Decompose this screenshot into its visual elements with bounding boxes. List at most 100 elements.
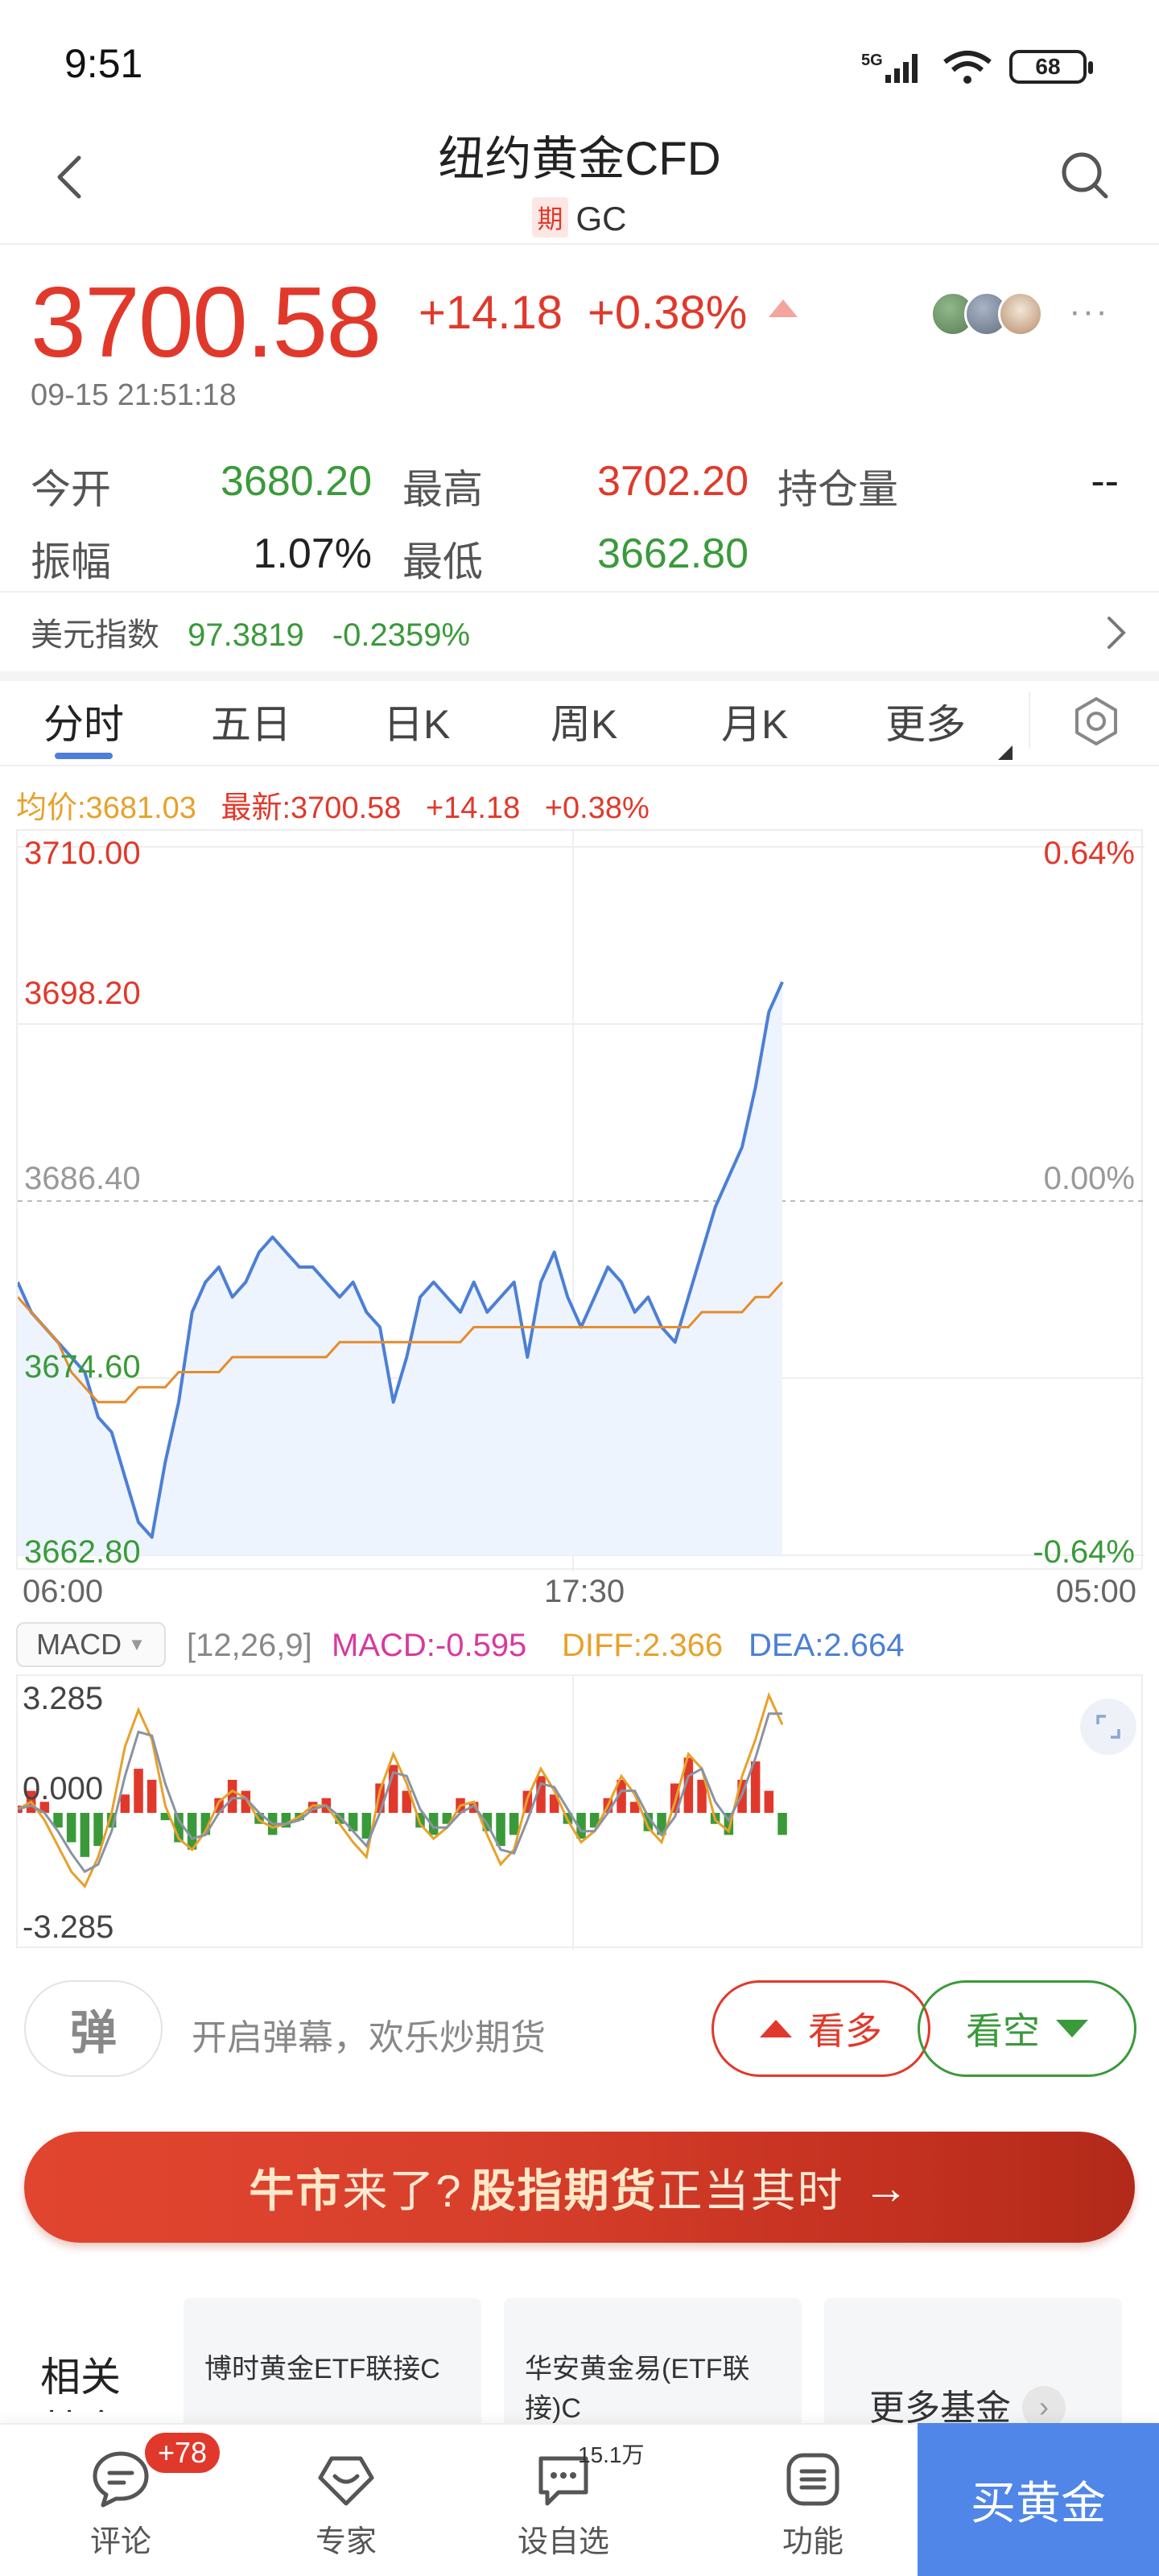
amplitude-label: 振幅 xyxy=(31,539,111,584)
amplitude-value: 1.07% xyxy=(253,530,372,577)
price-change: +14.18 xyxy=(419,287,563,339)
avatar xyxy=(998,291,1043,336)
promo-banner[interactable]: 牛市 来了? 股指期货 正当其时 → xyxy=(24,2132,1135,2243)
latest-price-legend: 最新:3700.58 xyxy=(221,791,402,825)
code-label: GC xyxy=(575,200,627,237)
down-triangle-icon xyxy=(1056,2020,1088,2037)
danmu-button-label: 弹 xyxy=(69,2007,117,2059)
danmu-toggle-button[interactable]: 弹 xyxy=(24,1980,163,2077)
high-value: 3702.20 xyxy=(597,458,749,505)
fund-card[interactable]: 华安黄金易(ETF联接)C xyxy=(504,2298,802,2427)
avg-price-legend: 均价:3681.03 xyxy=(16,791,196,825)
macd-bar xyxy=(777,1813,787,1835)
macd-bar xyxy=(120,1794,130,1813)
tab-intraday[interactable]: 分时 xyxy=(43,692,124,750)
macd-chart[interactable] xyxy=(13,1674,1143,1950)
expand-icon[interactable] xyxy=(1080,1699,1136,1755)
x-axis-label: 17:30 xyxy=(544,1574,625,1609)
tab-daily-k[interactable]: 日K xyxy=(383,692,450,750)
nav-expert[interactable]: 专家 xyxy=(282,2449,410,2561)
dea-value: DEA:2.664 xyxy=(749,1628,905,1663)
caret-down-icon: ▼ xyxy=(128,1634,146,1654)
chart-legend: 均价:3681.03 最新:3700.58 +14.18 +0.38% xyxy=(16,782,650,827)
open-value: 3680.20 xyxy=(221,458,372,505)
settings-icon[interactable] xyxy=(1070,696,1122,747)
usd-index-change: -0.2359% xyxy=(332,617,471,653)
last-price: 3700.58 xyxy=(31,267,382,378)
expand-glyph xyxy=(1096,1715,1120,1739)
nav-favorite-label: 设自选 xyxy=(517,2525,609,2559)
price-area xyxy=(18,981,782,1555)
arrow-right-icon: → xyxy=(863,2161,910,2213)
bearish-button[interactable]: 看空 xyxy=(918,1980,1136,2077)
expert-icon xyxy=(318,2456,374,2506)
y-axis-label: 3698.20 xyxy=(24,976,141,1011)
fund-name: 华安黄金易(ETF联接)C xyxy=(525,2354,750,2424)
more-funds-label: 更多基金 xyxy=(869,2388,1011,2428)
high-label: 最高 xyxy=(402,467,483,512)
buy-gold-button[interactable]: 买黄金 xyxy=(918,2423,1159,2576)
danmu-placeholder[interactable]: 开启弹幕，欢乐炒期货 xyxy=(192,2008,546,2060)
more-funds-button[interactable]: 更多基金 › xyxy=(824,2298,1122,2429)
usd-index-row[interactable]: 美元指数 97.3819 -0.2359% xyxy=(31,609,1141,657)
search-icon[interactable] xyxy=(1059,150,1111,201)
more-icon[interactable]: ··· xyxy=(1069,291,1109,332)
low-label: 最低 xyxy=(402,539,483,584)
y-axis-label: 3686.40 xyxy=(24,1161,141,1196)
fund-name: 博时黄金ETF联接C xyxy=(204,2354,440,2384)
fund-card[interactable]: 博时黄金ETF联接C xyxy=(184,2298,481,2427)
futures-tag: 期 xyxy=(532,197,568,237)
status-time: 9:51 xyxy=(64,41,143,86)
macd-params: [12,26,9] xyxy=(187,1628,312,1663)
macd-bar xyxy=(146,1779,157,1813)
macd-bar xyxy=(134,1769,143,1813)
related-funds-title: 相关基金 xyxy=(40,2355,121,2412)
y-axis-label: 3710.00 xyxy=(24,836,141,871)
legend-pct: +0.38% xyxy=(544,791,650,825)
nav-function[interactable]: 功能 xyxy=(749,2449,877,2561)
diff-line xyxy=(17,1691,784,1889)
user-avatars[interactable] xyxy=(930,291,1043,336)
quote-timestamp: 09-15 21:51:18 xyxy=(31,378,237,412)
y-axis-label: 3662.80 xyxy=(24,1534,141,1570)
wifi-icon xyxy=(943,51,992,84)
battery-icon: 68 xyxy=(1009,50,1093,84)
price-change-pct: +0.38% xyxy=(588,287,748,339)
banner-text-3: 股指期货 xyxy=(470,2165,658,2216)
macd-bar xyxy=(227,1779,237,1813)
tab-monthly-k[interactable]: 月K xyxy=(721,692,788,750)
intraday-chart-svg xyxy=(16,831,1145,1571)
nav-comment-label: 评论 xyxy=(89,2525,151,2559)
bearish-label: 看空 xyxy=(966,2010,1040,2052)
y-axis-pct-label: 0.00% xyxy=(1043,1161,1135,1196)
macd-bar xyxy=(764,1790,774,1813)
tab-more[interactable]: 更多 xyxy=(885,692,966,750)
macd-y-label: 0.000 xyxy=(23,1771,104,1806)
usd-index-value: 97.3819 xyxy=(188,617,304,653)
macd-value: MACD:-0.595 xyxy=(332,1628,527,1663)
intraday-chart[interactable] xyxy=(16,829,1145,1571)
svg-text:5G: 5G xyxy=(861,52,883,69)
comment-icon xyxy=(93,2451,149,2508)
banner-text-1: 牛市 xyxy=(249,2165,343,2216)
favorite-count: 15.1万 xyxy=(578,2442,645,2467)
oi-label: 持仓量 xyxy=(777,467,898,512)
indicator-select[interactable]: MACD ▼ xyxy=(16,1622,166,1667)
oi-value: -- xyxy=(1091,458,1119,505)
up-arrow-icon xyxy=(769,299,798,317)
function-icon xyxy=(786,2453,839,2506)
bullish-button[interactable]: 看多 xyxy=(711,1980,930,2077)
tab-5day[interactable]: 五日 xyxy=(211,692,291,750)
banner-text-4: 正当其时 xyxy=(657,2165,844,2216)
nav-expert-label: 专家 xyxy=(315,2525,377,2559)
up-triangle-icon xyxy=(760,2020,792,2037)
bullish-label: 看多 xyxy=(808,2010,882,2052)
legend-change: +14.18 xyxy=(425,791,521,825)
tab-separator xyxy=(1029,692,1030,749)
tab-more-corner-icon xyxy=(998,745,1013,760)
tab-weekly-k[interactable]: 周K xyxy=(551,692,617,750)
low-value: 3662.80 xyxy=(597,530,749,577)
chevron-right-icon[interactable] xyxy=(1104,615,1128,650)
macd-bar xyxy=(93,1813,103,1847)
active-tab-indicator xyxy=(55,753,113,759)
